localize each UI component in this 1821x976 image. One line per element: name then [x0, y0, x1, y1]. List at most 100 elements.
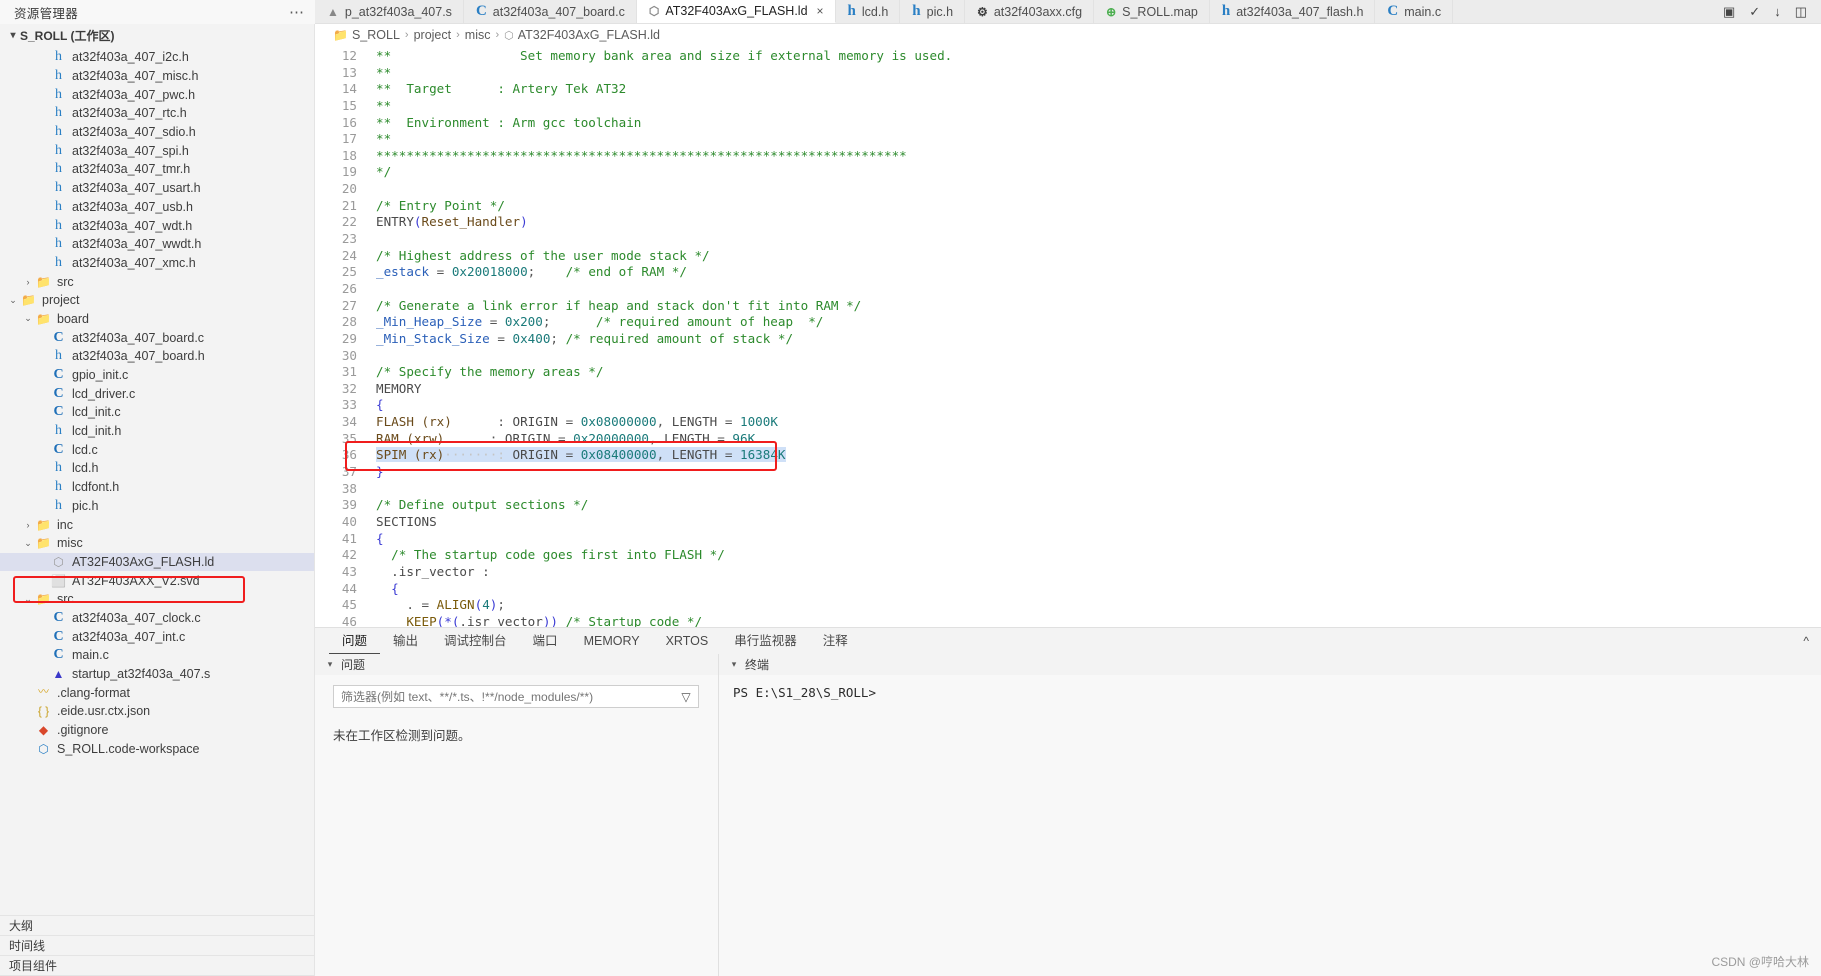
tree-item--eide-usr-ctx-json[interactable]: ›{ }.eide.usr.ctx.json	[0, 702, 314, 721]
tree-item-at32f403a-407-misc-h[interactable]: ›hat32f403a_407_misc.h	[0, 67, 314, 86]
tree-item-at32f403a-407-board-c[interactable]: ›Cat32f403a_407_board.c	[0, 328, 314, 347]
panel-tab-MEMORY[interactable]: MEMORY	[571, 628, 653, 654]
h-file-icon: h	[55, 497, 62, 513]
tree-item-lcdfont-h[interactable]: ›hlcdfont.h	[0, 478, 314, 497]
tree-item-at32f403a-407-sdio-h[interactable]: ›hat32f403a_407_sdio.h	[0, 123, 314, 142]
editor-area: 📁 S_ROLL › project › misc › ⬡ AT32F403AxG_FLASH.…	[315, 24, 1821, 976]
tree-item-at32f403a-407-usb-h[interactable]: ›hat32f403a_407_usb.h	[0, 198, 314, 217]
editor-tab-at32f403a-407-flash-h[interactable]: h at32f403a_407_flash.h	[1209, 0, 1376, 23]
code-line: 46 KEEP(*(.isr vector)) /* Startup code …	[315, 614, 1821, 627]
line-number: 40	[341, 513, 357, 529]
tree-item-misc[interactable]: ⌄ 📁 misc	[0, 534, 314, 553]
panel-tab-XRTOS[interactable]: XRTOS	[653, 628, 722, 654]
panel-tab-端口[interactable]: 端口	[520, 628, 571, 654]
editor-tab-at32f403axx-cfg[interactable]: ⚙ at32f403axx.cfg	[965, 0, 1095, 23]
tree-item-at32f403a-407-pwc-h[interactable]: ›hat32f403a_407_pwc.h	[0, 85, 314, 104]
problems-filter-input[interactable]	[334, 689, 674, 704]
panel-tab-输出[interactable]: 输出	[380, 628, 431, 654]
tree-item-lcd-init-h[interactable]: ›hlcd_init.h	[0, 422, 314, 441]
chevron-up-icon[interactable]: ^	[1803, 634, 1809, 648]
tree-item-at32f403a-407-board-h[interactable]: ›hat32f403a_407_board.h	[0, 347, 314, 366]
download-icon[interactable]: ↓	[1774, 4, 1781, 19]
filter-icon[interactable]: ▽	[674, 690, 698, 704]
editor-tab-s-roll-map[interactable]: ⊕ S_ROLL.map	[1094, 0, 1210, 23]
tree-item-at32f403a-407-wdt-h[interactable]: ›hat32f403a_407_wdt.h	[0, 216, 314, 235]
tree-item-inc[interactable]: › 📁 inc	[0, 515, 314, 534]
tab-bar-actions: ▣ ✓ ↓ ◫	[1707, 0, 1821, 23]
tree-item-at32f403a-407-tmr-h[interactable]: ›hat32f403a_407_tmr.h	[0, 160, 314, 179]
panel-tab-串行监视器[interactable]: 串行监视器	[721, 628, 810, 654]
h-file-icon: h	[55, 68, 62, 84]
tree-item-at32f403a-407-spi-h[interactable]: ›hat32f403a_407_spi.h	[0, 141, 314, 160]
line-number: 44	[341, 580, 357, 596]
editor-tab-main-c[interactable]: Cmain.c	[1375, 0, 1454, 23]
sidebar-section-outline[interactable]: 大纲	[0, 916, 314, 936]
problems-pane-header[interactable]: ▾ 问题	[315, 654, 718, 675]
tree-item-lcd-init-c[interactable]: ›Clcd_init.c	[0, 403, 314, 422]
code-line-text: . = ALIGN(4);	[376, 597, 505, 613]
editor-tab-p-at32f403a-407-s[interactable]: ▲ p_at32f403a_407.s	[315, 0, 464, 23]
asm-file-icon: ▲	[52, 667, 65, 682]
editor-tab-pic-h[interactable]: h pic.h	[900, 0, 966, 23]
tree-item-lcd-h[interactable]: ›hlcd.h	[0, 459, 314, 478]
panel-tab-调试控制台[interactable]: 调试控制台	[431, 628, 520, 654]
folder-src-icon: 📁	[36, 592, 51, 607]
sidebar-section-components[interactable]: 项目组件	[0, 956, 314, 976]
tree-item-label: .eide.usr.ctx.json	[57, 704, 151, 719]
chevron-down-icon[interactable]: ⌄	[21, 538, 35, 549]
terminal-pane-header[interactable]: ▾ 终端	[719, 654, 1821, 675]
split-editor-icon[interactable]: ◫	[1795, 4, 1807, 20]
tree-item-gpio-init-c[interactable]: ›Cgpio_init.c	[0, 366, 314, 385]
chevron-right-icon[interactable]: ›	[21, 520, 35, 530]
code-line-text: ** Set memory bank area and size if exte…	[376, 48, 953, 63]
breadcrumb-label: misc	[464, 28, 491, 42]
breadcrumb-item-s-roll[interactable]: 📁 S_ROLL	[333, 28, 400, 42]
build-icon[interactable]: ▣	[1723, 4, 1735, 20]
c-file-icon: C	[53, 404, 64, 420]
tree-item-project[interactable]: ⌄ 📁 project	[0, 291, 314, 310]
problems-filter[interactable]: ▽	[333, 685, 699, 708]
tree-item-at32f403a-407-wwdt-h[interactable]: ›hat32f403a_407_wwdt.h	[0, 235, 314, 254]
tree-item-at32f403a-407-int-c[interactable]: ›Cat32f403a_407_int.c	[0, 627, 314, 646]
editor-tab-at32f403axg-flash-ld[interactable]: ⬡ AT32F403AxG_FLASH.ld ×	[636, 0, 836, 23]
workspace-root-row[interactable]: ▾ S_ROLL (工作区)	[0, 24, 314, 46]
tree-item-pic-h[interactable]: ›hpic.h	[0, 497, 314, 516]
tree-item-board[interactable]: ⌄ 📁 board	[0, 310, 314, 329]
breadcrumb-item-misc[interactable]: misc	[465, 28, 491, 42]
tree-item-src[interactable]: ⌄ 📁 src	[0, 590, 314, 609]
breadcrumb-item-at32f403axg-flash-ld[interactable]: ⬡ AT32F403AxG_FLASH.ld	[504, 28, 660, 42]
tree-item-lcd-c[interactable]: ›Clcd.c	[0, 440, 314, 459]
terminal-body[interactable]: PS E:\S1_28\S_ROLL>	[719, 675, 1821, 976]
editor-tab-at32f403a-407-board-c[interactable]: Cat32f403a_407_board.c	[463, 0, 637, 23]
json-file-icon: { }	[37, 704, 50, 719]
breadcrumb-item-project[interactable]: project	[414, 28, 452, 42]
editor-tab-lcd-h[interactable]: h lcd.h	[835, 0, 901, 23]
tree-item-at32f403a-407-rtc-h[interactable]: ›hat32f403a_407_rtc.h	[0, 104, 314, 123]
tree-item-at32f403a-407-i2c-h[interactable]: ›hat32f403a_407_i2c.h	[0, 48, 314, 67]
tree-item--gitignore[interactable]: ›◆.gitignore	[0, 721, 314, 740]
panel-tab-注释[interactable]: 注释	[810, 628, 861, 654]
chevron-right-icon[interactable]: ›	[21, 277, 35, 287]
tree-item-at32f403axg-flash-ld[interactable]: ›⬡AT32F403AxG_FLASH.ld	[0, 552, 314, 572]
tree-item-at32f403axx-v2-svd[interactable]: ›⬜AT32F403AXX_V2.svd	[0, 571, 314, 590]
chevron-down-icon[interactable]: ⌄	[21, 594, 35, 605]
code-editor[interactable]: 12 ** Set memory bank area and size if ex…	[315, 46, 1821, 627]
tree-item-s-roll-code-workspace[interactable]: ›⬡S_ROLL.code-workspace	[0, 739, 314, 758]
sidebar-more-icon[interactable]: ⋯	[289, 5, 305, 20]
tree-item-src[interactable]: › 📁 src	[0, 272, 314, 291]
panel-tab-问题[interactable]: 问题	[329, 628, 381, 654]
tree-item-startup-at32f403a-407-s[interactable]: ›▲startup_at32f403a_407.s	[0, 665, 314, 684]
tree-item-main-c[interactable]: ›Cmain.c	[0, 646, 314, 665]
clean-icon[interactable]: ✓	[1749, 4, 1760, 20]
line-number: 13	[341, 64, 357, 80]
sidebar-section-timeline[interactable]: 时间线	[0, 936, 314, 956]
tree-item-lcd-driver-c[interactable]: ›Clcd_driver.c	[0, 384, 314, 403]
tree-item--clang-format[interactable]: ›〰.clang-format	[0, 683, 314, 702]
tree-item-at32f403a-407-clock-c[interactable]: ›Cat32f403a_407_clock.c	[0, 609, 314, 628]
line-number: 15	[341, 97, 357, 113]
chevron-down-icon[interactable]: ⌄	[6, 295, 20, 306]
tree-item-at32f403a-407-usart-h[interactable]: ›hat32f403a_407_usart.h	[0, 179, 314, 198]
close-icon[interactable]: ×	[817, 4, 824, 18]
tree-item-at32f403a-407-xmc-h[interactable]: ›hat32f403a_407_xmc.h	[0, 254, 314, 273]
chevron-down-icon[interactable]: ⌄	[21, 313, 35, 324]
